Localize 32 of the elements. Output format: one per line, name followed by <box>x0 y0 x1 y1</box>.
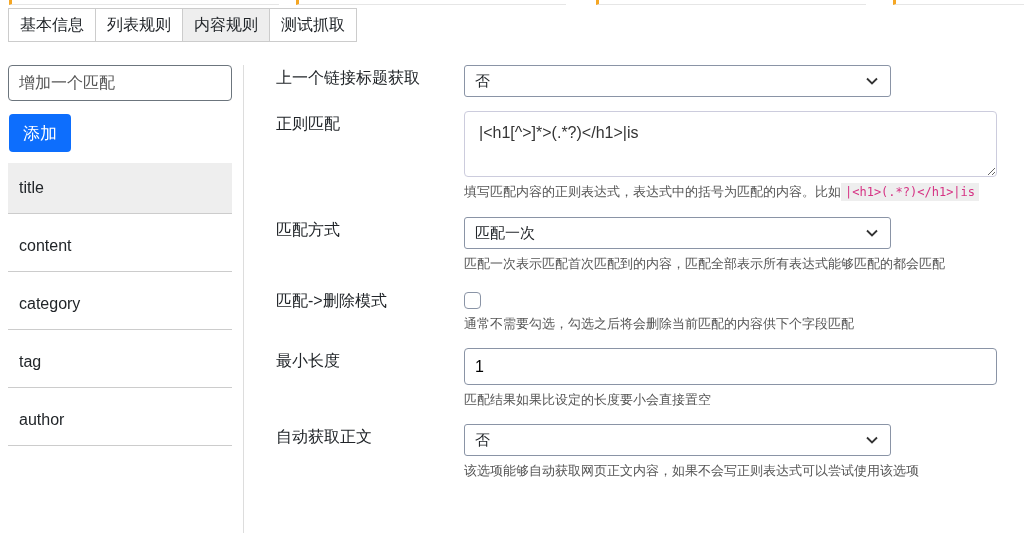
checkbox[interactable] <box>464 292 481 309</box>
field-label: 匹配方式 <box>276 220 341 240</box>
field-label: 自动获取正文 <box>276 427 373 447</box>
tab[interactable]: 测试抓取 <box>270 8 357 42</box>
sidebar-item[interactable]: content <box>8 221 232 272</box>
tab[interactable]: 内容规则 <box>183 8 270 42</box>
sidebar-item[interactable]: category <box>8 279 232 330</box>
caret-icon <box>866 436 878 444</box>
field-label: 正则匹配 <box>276 114 341 134</box>
sidebar-item[interactable]: title <box>8 163 232 214</box>
help-text: 匹配一次表示匹配首次匹配到的内容，匹配全部表示所有表达式能够匹配的都会匹配 <box>464 256 945 271</box>
caret-icon <box>866 229 878 237</box>
select-field[interactable]: 匹配一次 <box>464 217 891 249</box>
regex-field[interactable]: |<h1[^>]*>(.*?)</h1>|is <box>464 111 997 177</box>
sidebar-item[interactable]: tag <box>8 337 232 388</box>
help-text: 匹配结果如果比设定的长度要小会直接置空 <box>464 392 711 407</box>
search-field[interactable]: 增加一个匹配 <box>8 65 232 101</box>
field-label: 匹配->删除模式 <box>276 291 388 311</box>
caret-icon <box>866 77 878 85</box>
help-text: 通常不需要勾选，勾选之后将会删除当前匹配的内容供下个字段匹配 <box>464 316 854 331</box>
field-label: 上一个链接标题获取 <box>276 68 421 88</box>
tab[interactable]: 列表规则 <box>96 8 183 42</box>
code-snippet: |<h1>(.*?)</h1>|is <box>841 183 980 201</box>
field-label: 最小长度 <box>276 351 341 371</box>
tab[interactable]: 基本信息 <box>8 8 96 42</box>
help-text: 该选项能够自动获取网页正文内容，如果不会写正则表达式可以尝试使用该选项 <box>464 463 919 478</box>
select-field[interactable]: 否 <box>464 424 891 456</box>
help-text: 填写匹配内容的正则表达式，表达式中的括号为匹配的内容。比如 <box>464 184 841 199</box>
select-field[interactable]: 否 <box>464 65 891 97</box>
sidebar-item[interactable]: author <box>8 395 232 446</box>
add-button[interactable]: 添加 <box>9 114 71 152</box>
input-field[interactable]: 1 <box>464 348 997 385</box>
